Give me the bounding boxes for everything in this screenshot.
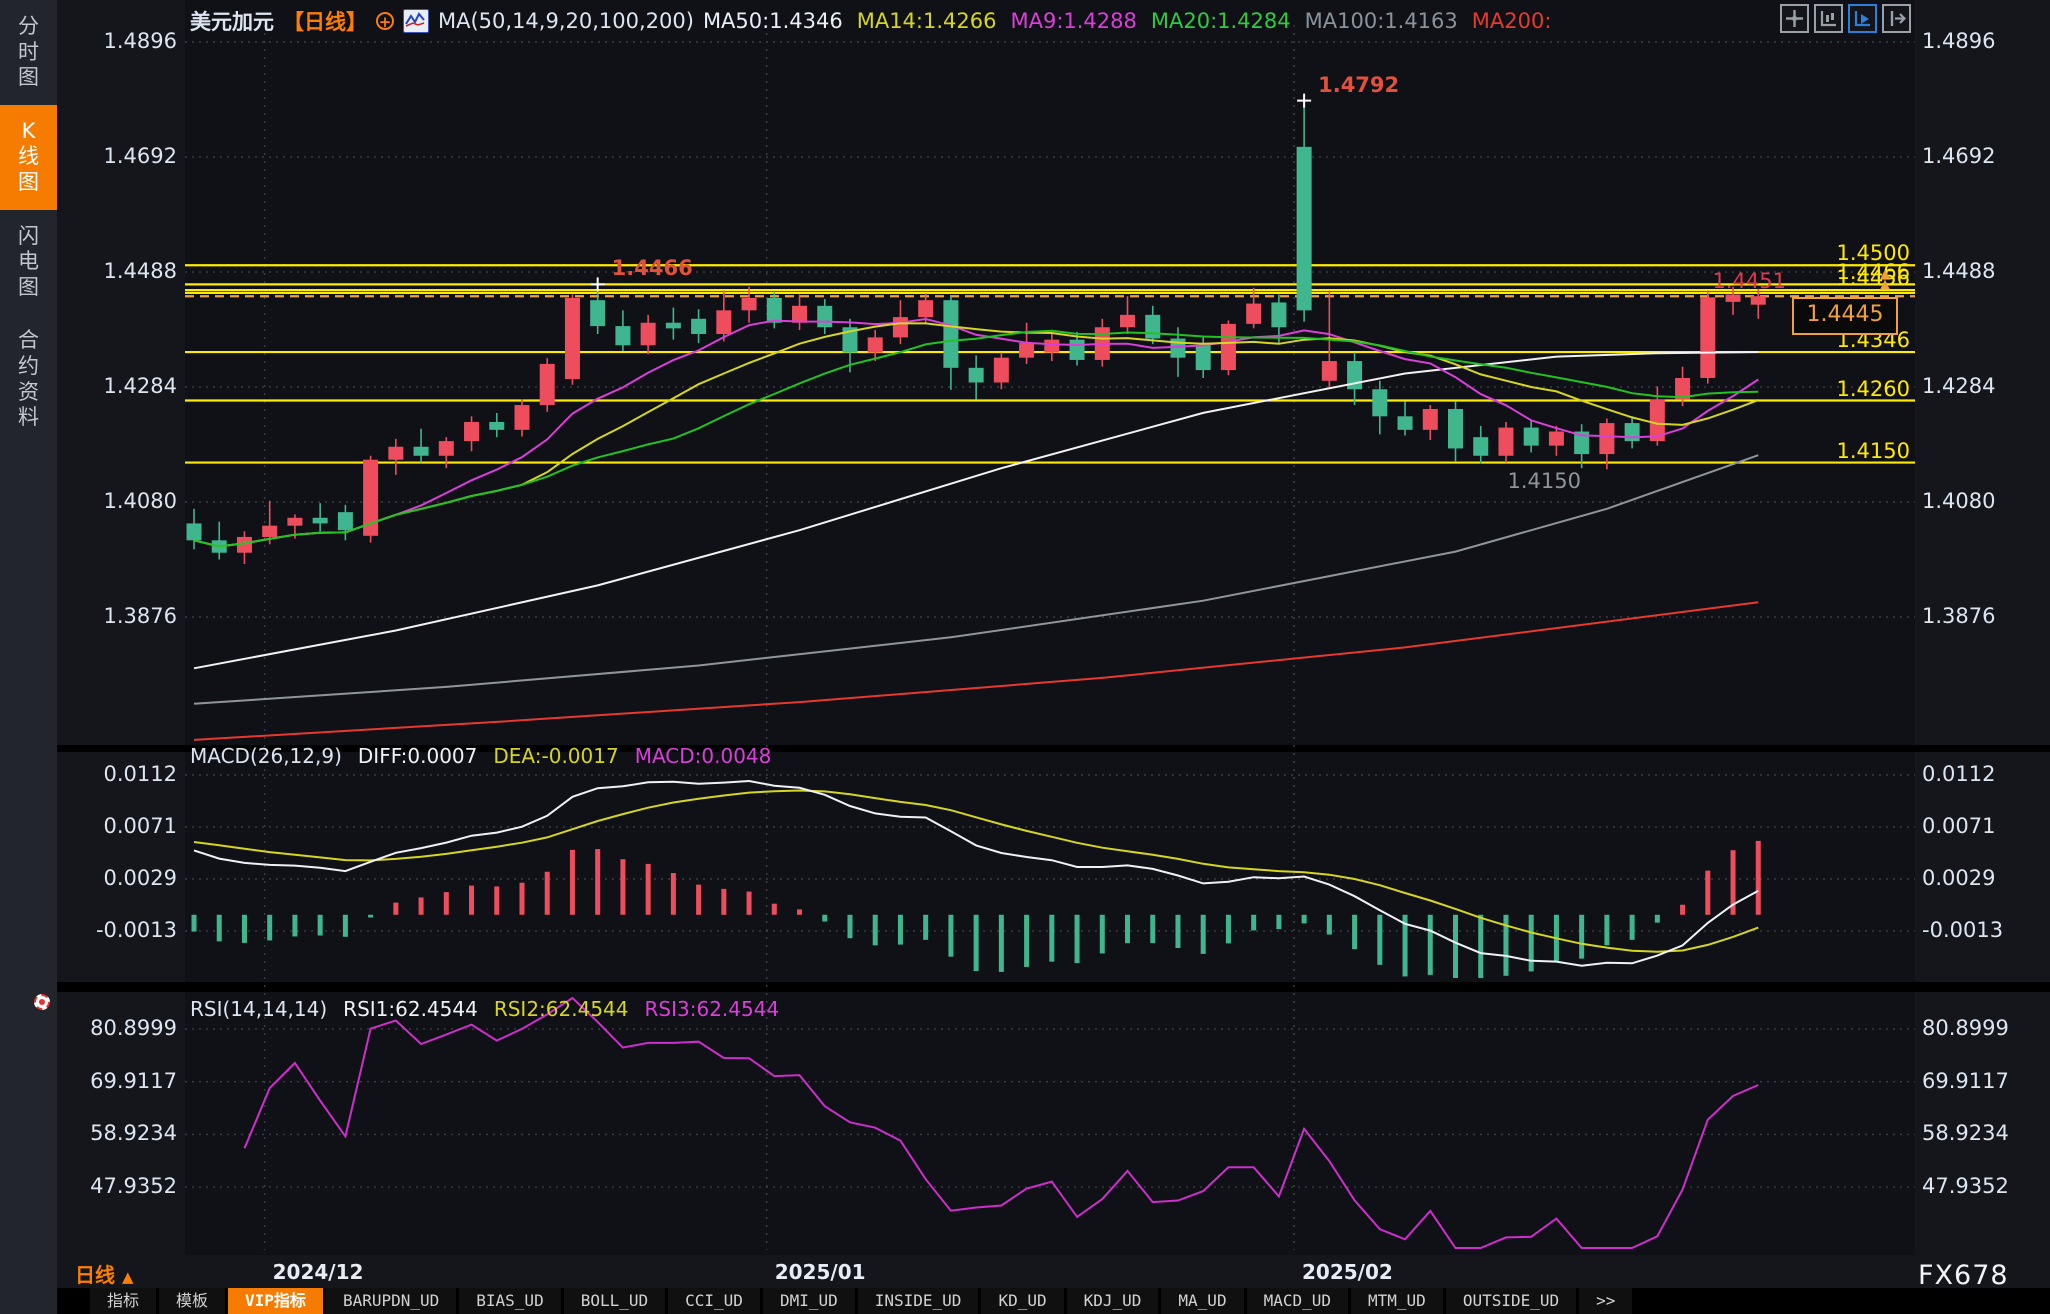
symbol-name: 美元加元: [190, 6, 274, 36]
trading-app-window: 分时图 K线图闪电图合约资料 美元加元 【日线】 + MA(50,14,9,20,…: [0, 0, 2050, 1314]
jump-to-latest-icon[interactable]: ▲▲: [1880, 270, 1890, 290]
sidebar-tab-0[interactable]: 分时图: [0, 0, 57, 105]
ma-settings-label: MA(50,14,9,20,100,200): [438, 9, 694, 33]
price-chart-canvas[interactable]: [0, 0, 2050, 1314]
ma-value: MA20:1.4284: [1151, 9, 1291, 33]
axis-play-icon[interactable]: [1848, 4, 1877, 33]
record-dot-icon: [34, 994, 50, 1010]
toolbar-tab-指标[interactable]: 指标: [90, 1288, 156, 1314]
rsi-value: RSI1:62.4544: [343, 997, 478, 1021]
ma-value: MA200:: [1472, 9, 1552, 33]
chart-tools: [1780, 4, 1911, 33]
time-axis-label: 2024/12: [273, 1260, 364, 1284]
rsi-value: RSI2:62.4544: [494, 997, 629, 1021]
current-price-tag: 1.4445: [1792, 297, 1898, 335]
circle-plus-icon[interactable]: +: [376, 12, 394, 30]
axis-scale-icon[interactable]: [1814, 4, 1843, 33]
watermark: FX678: [1918, 1260, 2009, 1291]
sidebar-tab-label: 分时图: [17, 14, 41, 91]
sidebar-tab-label: 合约资料: [17, 328, 41, 430]
macd-value: MACD:0.0048: [635, 744, 772, 768]
ma-value: MA50:1.4346: [703, 9, 843, 33]
sidebar-tab-label: 闪电图: [17, 224, 41, 301]
toolbar-tab-KDJ_UD[interactable]: KDJ_UD: [1067, 1288, 1159, 1314]
chevron-up-icon: ▲: [122, 1268, 134, 1286]
indicator-toolbar: 指标模板VIP指标BARUPDN_UDBIAS_UDBOLL_UDCCI_UDD…: [57, 1288, 2050, 1314]
period-tag[interactable]: 【日线】: [283, 6, 367, 36]
period-selector[interactable]: 日线 ▲: [75, 1259, 134, 1288]
toolbar-tab-DMI_UD[interactable]: DMI_UD: [763, 1288, 855, 1314]
toolbar-tab-VIP指标[interactable]: VIP指标: [228, 1288, 323, 1314]
toolbar-tab-MACD_UD[interactable]: MACD_UD: [1247, 1288, 1348, 1314]
ma-value: MA14:1.4266: [857, 9, 997, 33]
macd-value: DIFF:0.0007: [358, 744, 477, 768]
macd-header: MACD(26,12,9) DIFF:0.0007 DEA:-0.0017 MACD:…: [190, 744, 803, 768]
sidebar-tab-1[interactable]: K线图: [0, 105, 57, 210]
sidebar-tab-3[interactable]: 合约资料: [0, 314, 57, 444]
collapse-right-icon[interactable]: [1882, 4, 1911, 33]
macd-title: MACD(26,12,9): [190, 744, 342, 768]
ma-values: MA50:1.4346 MA14:1.4266 MA9:1.4288 MA20:1.4…: [703, 9, 1565, 33]
toolbar-tab-INSIDE_UD[interactable]: INSIDE_UD: [858, 1288, 979, 1314]
toolbar-tab-MTM_UD[interactable]: MTM_UD: [1351, 1288, 1443, 1314]
sidebar-tab-2[interactable]: 闪电图: [0, 210, 57, 315]
ma-value: MA100:1.4163: [1305, 9, 1458, 33]
time-axis-label: 2025/01: [775, 1260, 866, 1284]
mini-chart-icon[interactable]: [403, 9, 429, 33]
pan-crosshair-icon[interactable]: [1780, 4, 1809, 33]
ma-value: MA9:1.4288: [1010, 9, 1136, 33]
toolbar-tab-OUTSIDE_UD[interactable]: OUTSIDE_UD: [1446, 1288, 1576, 1314]
sidebar-tab-label: K线图: [17, 119, 41, 196]
toolbar-tab-CCI_UD[interactable]: CCI_UD: [668, 1288, 760, 1314]
macd-value: DEA:-0.0017: [493, 744, 618, 768]
rsi-title: RSI(14,14,14): [190, 997, 327, 1021]
toolbar-tab-BIAS_UD[interactable]: BIAS_UD: [459, 1288, 560, 1314]
time-axis-bar: 日线 ▲ 2024/12 2025/01 2025/02: [57, 1255, 2050, 1288]
left-sidebar: 分时图 K线图闪电图合约资料: [0, 0, 57, 1314]
time-axis-label: 2025/02: [1302, 1260, 1393, 1284]
toolbar-tab-KD_UD[interactable]: KD_UD: [981, 1288, 1063, 1314]
toolbar-tab-BARUPDN_UD[interactable]: BARUPDN_UD: [326, 1288, 456, 1314]
toolbar-tab-BOLL_UD[interactable]: BOLL_UD: [564, 1288, 665, 1314]
toolbar-tab-模板[interactable]: 模板: [159, 1288, 225, 1314]
toolbar-tab->>[interactable]: >>: [1579, 1288, 1632, 1314]
toolbar-tab-MA_UD[interactable]: MA_UD: [1161, 1288, 1243, 1314]
rsi-header: RSI(14,14,14) RSI1:62.4544 RSI2:62.4544 RSI…: [190, 997, 811, 1021]
rsi-value: RSI3:62.4544: [645, 997, 780, 1021]
chart-header: 美元加元 【日线】 + MA(50,14,9,20,100,200) MA50:…: [190, 6, 1565, 36]
